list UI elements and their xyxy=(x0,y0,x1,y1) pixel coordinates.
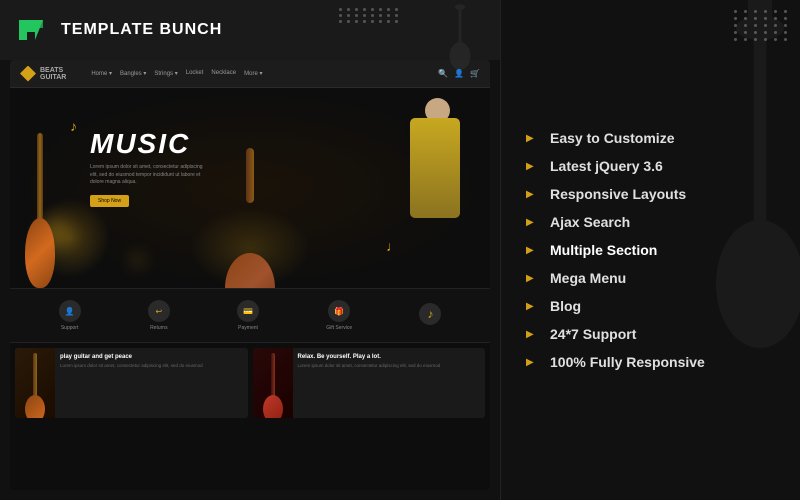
preview-services-row: 👤 Support ↩ Returns 💳 Payment 🎁 Gift Ser… xyxy=(10,288,490,343)
mandolin-neck xyxy=(246,148,254,203)
preview-logo: BEATSGUITAR xyxy=(20,66,66,82)
service-support: 👤 Support xyxy=(59,300,81,331)
guitar-neck-left xyxy=(37,133,43,223)
support-icon: 👤 xyxy=(59,300,81,322)
card-img-2 xyxy=(253,348,293,418)
bokeh-2 xyxy=(130,253,145,268)
service-gift-label: Gift Service xyxy=(326,325,352,331)
feature-label-5: Mega Menu xyxy=(550,270,626,286)
guitar-watermark-top xyxy=(420,0,500,70)
card-img-1 xyxy=(15,348,55,418)
feature-arrow-2: ▶ xyxy=(526,189,540,200)
service-support-label: Support xyxy=(61,325,79,331)
service-returns: ↩ Returns xyxy=(148,300,170,331)
service-gift: 🎁 Gift Service xyxy=(326,300,352,331)
card-title-1: play guitar and get peace xyxy=(60,354,243,360)
nav-more: More ▾ xyxy=(244,70,262,77)
card-info-1: play guitar and get peace Lorem ipsum do… xyxy=(55,348,248,418)
feature-arrow-7: ▶ xyxy=(526,329,540,340)
returns-icon: ↩ xyxy=(148,300,170,322)
dot-grid-decoration xyxy=(339,8,400,23)
feature-arrow-1: ▶ xyxy=(526,161,540,172)
hero-cta-button[interactable]: Shop Now xyxy=(90,195,129,207)
service-music: ♪ xyxy=(419,303,441,328)
preview-navbar: BEATSGUITAR Home ▾ Bangles ▾ Strings ▾ L… xyxy=(10,60,490,88)
hero-text-block: MUSIC Lorem ipsum dolor sit amet, consec… xyxy=(90,128,210,207)
guitar-left xyxy=(15,128,65,288)
preview-nav-links: Home ▾ Bangles ▾ Strings ▾ Locket Neckla… xyxy=(91,70,262,77)
guitar-body-left xyxy=(25,218,55,288)
card-desc-1: Lorem ipsum dolor sit amet, consectetur … xyxy=(60,363,243,369)
feature-label-6: Blog xyxy=(550,298,581,314)
music-note-right: ♩ xyxy=(386,238,400,254)
gift-icon: 🎁 xyxy=(328,300,350,322)
website-preview: BEATSGUITAR Home ▾ Bangles ▾ Strings ▾ L… xyxy=(10,60,490,490)
card-guitar-mini-2 xyxy=(263,353,283,418)
feature-label-8: 100% Fully Responsive xyxy=(550,354,705,370)
feature-arrow-8: ▶ xyxy=(526,357,540,368)
nav-necklace: Necklace xyxy=(211,70,236,77)
feature-label-2: Responsive Layouts xyxy=(550,186,686,202)
guitar-watermark-right xyxy=(700,0,800,380)
feature-label-7: 24*7 Support xyxy=(550,326,636,342)
hero-subtitle: Lorem ipsum dolor sit amet, consectetur … xyxy=(90,164,210,187)
user-icon: 👤 xyxy=(454,69,464,78)
preview-hero: MUSIC Lorem ipsum dolor sit amet, consec… xyxy=(10,88,490,288)
card-desc-2: Lorem ipsum dolor sit amet, consectetur … xyxy=(298,363,481,369)
service-returns-label: Returns xyxy=(150,325,168,331)
feature-arrow-6: ▶ xyxy=(526,301,540,312)
card-guitar-mini-1 xyxy=(25,353,45,418)
feature-label-0: Easy to Customize xyxy=(550,130,674,146)
music-icon: ♪ xyxy=(419,303,441,325)
person-violin xyxy=(390,98,480,288)
card-mini-body-2 xyxy=(263,395,283,418)
product-card-2: Relax. Be yourself. Play a lot. Lorem ip… xyxy=(253,348,486,418)
feature-arrow-0: ▶ xyxy=(526,133,540,144)
brand-logo-icon xyxy=(15,12,51,48)
feature-label-3: Ajax Search xyxy=(550,214,630,230)
preview-logo-icon xyxy=(20,66,36,82)
nav-locket: Locket xyxy=(186,70,204,77)
preview-nav-icons: 🔍 👤 🛒 xyxy=(438,69,480,78)
person-body xyxy=(410,118,460,218)
card-info-2: Relax. Be yourself. Play a lot. Lorem ip… xyxy=(293,348,486,418)
product-card-1: play guitar and get peace Lorem ipsum do… xyxy=(15,348,248,418)
card-mini-neck-1 xyxy=(33,353,37,398)
feature-arrow-5: ▶ xyxy=(526,273,540,284)
nav-home: Home ▾ xyxy=(91,70,112,77)
feature-label-1: Latest jQuery 3.6 xyxy=(550,158,663,174)
mandolin-center xyxy=(220,148,280,268)
service-payment-label: Payment xyxy=(238,325,258,331)
feature-arrow-3: ▶ xyxy=(526,217,540,228)
feature-arrow-4: ▶ xyxy=(526,245,540,256)
nav-strings: Strings ▾ xyxy=(154,70,177,77)
preview-product-cards: play guitar and get peace Lorem ipsum do… xyxy=(10,343,490,423)
music-note-left: ♪ xyxy=(70,118,77,134)
card-mini-body-1 xyxy=(25,395,45,418)
service-payment: 💳 Payment xyxy=(237,300,259,331)
search-icon: 🔍 xyxy=(438,69,448,78)
feature-label-4: Multiple Section xyxy=(550,242,657,258)
right-panel: ▶ Easy to Customize ▶ Latest jQuery 3.6 … xyxy=(500,0,800,500)
card-mini-neck-2 xyxy=(271,353,275,398)
cart-icon: 🛒 xyxy=(470,69,480,78)
card-title-2: Relax. Be yourself. Play a lot. xyxy=(298,354,481,360)
preview-logo-text: BEATSGUITAR xyxy=(40,67,66,81)
left-panel: TEMPLATE BUNCH BEATSGUITAR Home ▾ Bangle… xyxy=(0,0,500,500)
mandolin-body xyxy=(225,253,275,288)
nav-bangles: Bangles ▾ xyxy=(120,70,146,77)
hero-title: MUSIC xyxy=(90,128,210,160)
brand-name: TEMPLATE BUNCH xyxy=(61,21,222,39)
payment-icon: 💳 xyxy=(237,300,259,322)
